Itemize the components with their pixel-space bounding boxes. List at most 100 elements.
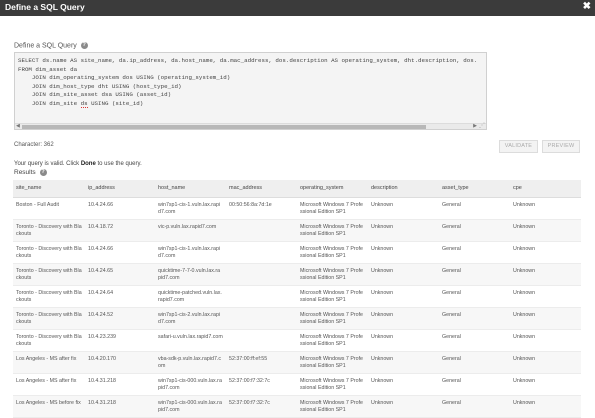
horizontal-scrollbar[interactable]: ◀ ▶ bbox=[15, 123, 486, 129]
table-cell: Microsoft Windows 7 Professional Edition… bbox=[297, 329, 368, 352]
validation-prefix: Your query is valid. Click bbox=[14, 161, 81, 167]
table-cell: Unknown bbox=[368, 241, 439, 264]
results-label-text: Results bbox=[14, 169, 36, 177]
table-cell: 10.4.20.170 bbox=[85, 351, 155, 374]
scroll-right-icon[interactable]: ▶ bbox=[473, 123, 477, 129]
table-cell: General bbox=[439, 307, 510, 330]
table-cell: Unknown bbox=[510, 219, 581, 242]
table-cell: General bbox=[439, 263, 510, 286]
scroll-left-icon[interactable]: ◀ bbox=[16, 123, 20, 129]
help-icon[interactable]: ? bbox=[39, 169, 47, 176]
table-cell: General bbox=[439, 395, 510, 418]
table-cell: General bbox=[439, 285, 510, 308]
table-cell: General bbox=[439, 197, 510, 220]
column-header[interactable]: site_name bbox=[13, 180, 85, 198]
sql-code[interactable]: SELECT ds.name AS site_name, da.ip_addre… bbox=[15, 53, 486, 113]
table-cell: win7sp1-cis-2.vuln.lax.rapid7.com bbox=[155, 307, 226, 330]
sql-query-label: Define a SQL Query ? bbox=[14, 42, 88, 49]
table-cell: 10.4.18.72 bbox=[85, 219, 155, 242]
table-cell: win7sp1-cis-1.vuln.lax.rapid7.com bbox=[155, 241, 226, 264]
table-cell: 10.4.23.239 bbox=[85, 329, 155, 352]
table-cell bbox=[226, 263, 297, 286]
table-cell bbox=[226, 285, 297, 308]
table-cell: Toronto - Discovery with Blackouts bbox=[13, 307, 85, 330]
sql-editor[interactable]: SELECT ds.name AS site_name, da.ip_addre… bbox=[14, 52, 487, 130]
table-cell: General bbox=[439, 373, 510, 396]
table-cell: Microsoft Windows 7 Professional Edition… bbox=[297, 241, 368, 264]
table-cell: Unknown bbox=[368, 197, 439, 220]
table-row: Toronto - Discovery with Blackouts 10.4.1… bbox=[13, 219, 581, 242]
table-cell: 10.4.24.66 bbox=[85, 197, 155, 220]
column-header[interactable]: host_name bbox=[155, 180, 226, 198]
table-row: Los Angeles - MS after fix 10.4.20.170 vba… bbox=[13, 351, 581, 374]
validate-button[interactable]: VALIDATE bbox=[499, 140, 538, 153]
table-cell: 10.4.24.64 bbox=[85, 285, 155, 308]
table-cell: Boston - Full Audit bbox=[13, 197, 85, 220]
table-cell: General bbox=[439, 329, 510, 352]
dialog-body: Define a SQL Query ? SELECT ds.name AS s… bbox=[0, 16, 595, 418]
table-cell: Unknown bbox=[368, 395, 439, 418]
column-header[interactable]: description bbox=[368, 180, 439, 198]
sql-line-end: USING (site_id) bbox=[87, 99, 144, 107]
table-cell: win7sp1-cis-000.vuln.lax.rapid7.com bbox=[155, 373, 226, 396]
validation-bold: Done bbox=[80, 161, 96, 167]
sql-query-label-text: Define a SQL Query bbox=[14, 42, 77, 50]
table-cell: Unknown bbox=[368, 285, 439, 308]
table-cell: Unknown bbox=[368, 307, 439, 330]
character-count: Character: 362 bbox=[14, 142, 54, 148]
table-cell: Unknown bbox=[510, 373, 581, 396]
dialog-title: Define a SQL Query bbox=[5, 2, 85, 12]
spellcheck-highlight: ds bbox=[80, 99, 88, 108]
close-icon[interactable]: ✖ bbox=[583, 1, 591, 12]
sql-line: JOIN dim_site_asset dsa USING (asset_id) bbox=[18, 91, 172, 99]
table-cell: Los Angeles - MS before fix bbox=[13, 395, 85, 418]
column-header[interactable]: asset_type bbox=[439, 180, 510, 198]
table-cell: Unknown bbox=[368, 263, 439, 286]
table-cell: Unknown bbox=[510, 285, 581, 308]
sql-line-start: JOIN dim_site bbox=[18, 99, 81, 107]
table-row: Los Angeles - MS before fix 10.4.31.218 wi… bbox=[13, 395, 581, 418]
table-cell: Microsoft Windows 7 Professional Edition… bbox=[297, 263, 368, 286]
sql-line: SELECT ds.name AS site_name, da.ip_addre… bbox=[18, 57, 478, 64]
table-cell bbox=[226, 307, 297, 330]
table-cell: Microsoft Windows 7 Professional Edition… bbox=[297, 351, 368, 374]
table-cell: 52:37:00:f7:32:7c bbox=[226, 395, 297, 418]
scrollbar-thumb[interactable] bbox=[22, 125, 426, 129]
table-row: Toronto - Discovery with Blackouts 10.4.2… bbox=[13, 285, 581, 308]
table-cell: Microsoft Windows 7 Professional Edition… bbox=[297, 395, 368, 418]
results-table: site_name ip_address host_name mac_address o… bbox=[13, 180, 581, 418]
validation-suffix: to use the query. bbox=[95, 161, 142, 167]
column-header[interactable]: cpe bbox=[510, 180, 581, 198]
table-cell: Los Angeles - MS after fix bbox=[13, 373, 85, 396]
resize-grip-icon[interactable]: ⋰ bbox=[479, 123, 485, 129]
table-cell: 52:37:00:ff:ef:55 bbox=[226, 351, 297, 374]
table-cell bbox=[226, 241, 297, 264]
table-cell: Unknown bbox=[510, 395, 581, 418]
column-header[interactable]: ip_address bbox=[85, 180, 155, 198]
table-header-row: site_name ip_address host_name mac_address o… bbox=[13, 180, 581, 198]
table-cell bbox=[226, 219, 297, 242]
sql-line: JOIN dim_site ds USING (site_id) bbox=[18, 99, 483, 109]
table-cell: Unknown bbox=[510, 307, 581, 330]
column-header[interactable]: mac_address bbox=[226, 180, 297, 198]
table-cell: vic-p.vuln.lax.rapid7.com bbox=[155, 219, 226, 242]
column-header[interactable]: operating_system bbox=[297, 180, 368, 198]
table-cell: 10.4.24.66 bbox=[85, 241, 155, 264]
table-cell: Toronto - Discovery with Blackouts bbox=[13, 219, 85, 242]
table-cell: Unknown bbox=[510, 351, 581, 374]
table-cell: Unknown bbox=[368, 373, 439, 396]
table-cell: Unknown bbox=[368, 219, 439, 242]
sql-line: JOIN dim_host_type dht USING (host_type_… bbox=[18, 82, 182, 90]
results-table-container: site_name ip_address host_name mac_address o… bbox=[13, 180, 581, 418]
table-row: Toronto - Discovery with Blackouts 10.4.2… bbox=[13, 329, 581, 352]
table-cell: Microsoft Windows 7 Professional Edition… bbox=[297, 285, 368, 308]
table-cell: General bbox=[439, 241, 510, 264]
table-cell bbox=[226, 329, 297, 352]
table-cell: Microsoft Windows 7 Professional Edition… bbox=[297, 219, 368, 242]
help-icon[interactable]: ? bbox=[80, 42, 88, 49]
table-cell: 52:37:00:f7:32:7c bbox=[226, 373, 297, 396]
sql-line: JOIN dim_operating_system dos USING (ope… bbox=[18, 74, 231, 82]
results-label: Results ? bbox=[14, 169, 47, 176]
preview-button[interactable]: PREVIEW bbox=[542, 140, 580, 153]
table-cell: Unknown bbox=[510, 241, 581, 264]
